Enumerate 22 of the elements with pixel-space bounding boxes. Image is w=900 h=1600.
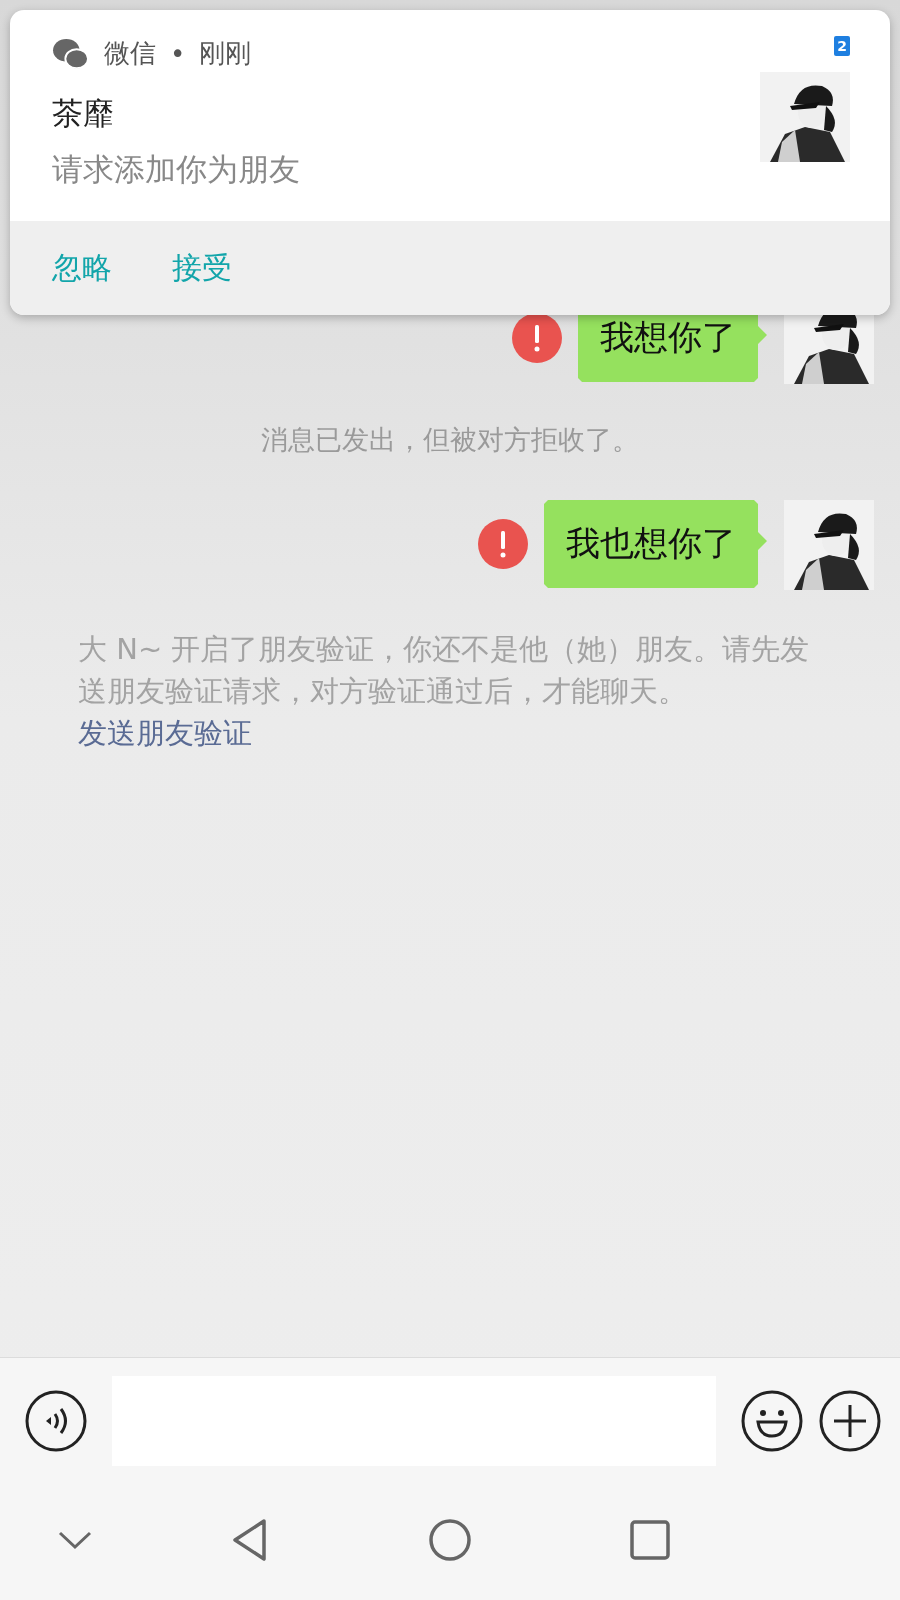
notification-message: 请求添加你为朋友 bbox=[52, 150, 300, 189]
send-verification-link[interactable]: 发送朋友验证 bbox=[78, 716, 252, 750]
voice-button[interactable] bbox=[24, 1389, 88, 1453]
error-icon[interactable] bbox=[512, 313, 562, 363]
home-icon[interactable] bbox=[428, 1518, 472, 1562]
chat-bubbles-icon bbox=[52, 36, 90, 71]
notification-count: 2 bbox=[834, 36, 850, 56]
friend-verification-notice: 大 N~ 开启了朋友验证，你还不是他（她）朋友。请先发送朋友验证请求，对方验证通过后，才能聊天。 发送朋友验证 bbox=[77, 631, 811, 752]
app-name: 微信 bbox=[104, 37, 156, 70]
chevron-down-icon[interactable] bbox=[58, 1530, 92, 1550]
system-message: 消息已发出，但被对方拒收了。 bbox=[260, 423, 640, 457]
notification-time: 刚刚 bbox=[199, 37, 252, 70]
separator: • bbox=[170, 38, 186, 69]
emoji-button[interactable] bbox=[740, 1389, 804, 1453]
error-icon[interactable] bbox=[478, 519, 528, 569]
notification-card[interactable]: 微信 • 刚刚 茶靡 请求添加你为朋友 2 忽略 接受 bbox=[10, 10, 890, 315]
sender-name: 茶靡 bbox=[52, 94, 115, 133]
message-bubble: 我也想你了 bbox=[544, 500, 767, 588]
notification-action[interactable]: 忽略 bbox=[52, 247, 112, 289]
notification-action[interactable]: 接受 bbox=[172, 247, 232, 289]
recent-apps-icon[interactable] bbox=[630, 1520, 670, 1560]
add-button[interactable] bbox=[818, 1389, 882, 1453]
